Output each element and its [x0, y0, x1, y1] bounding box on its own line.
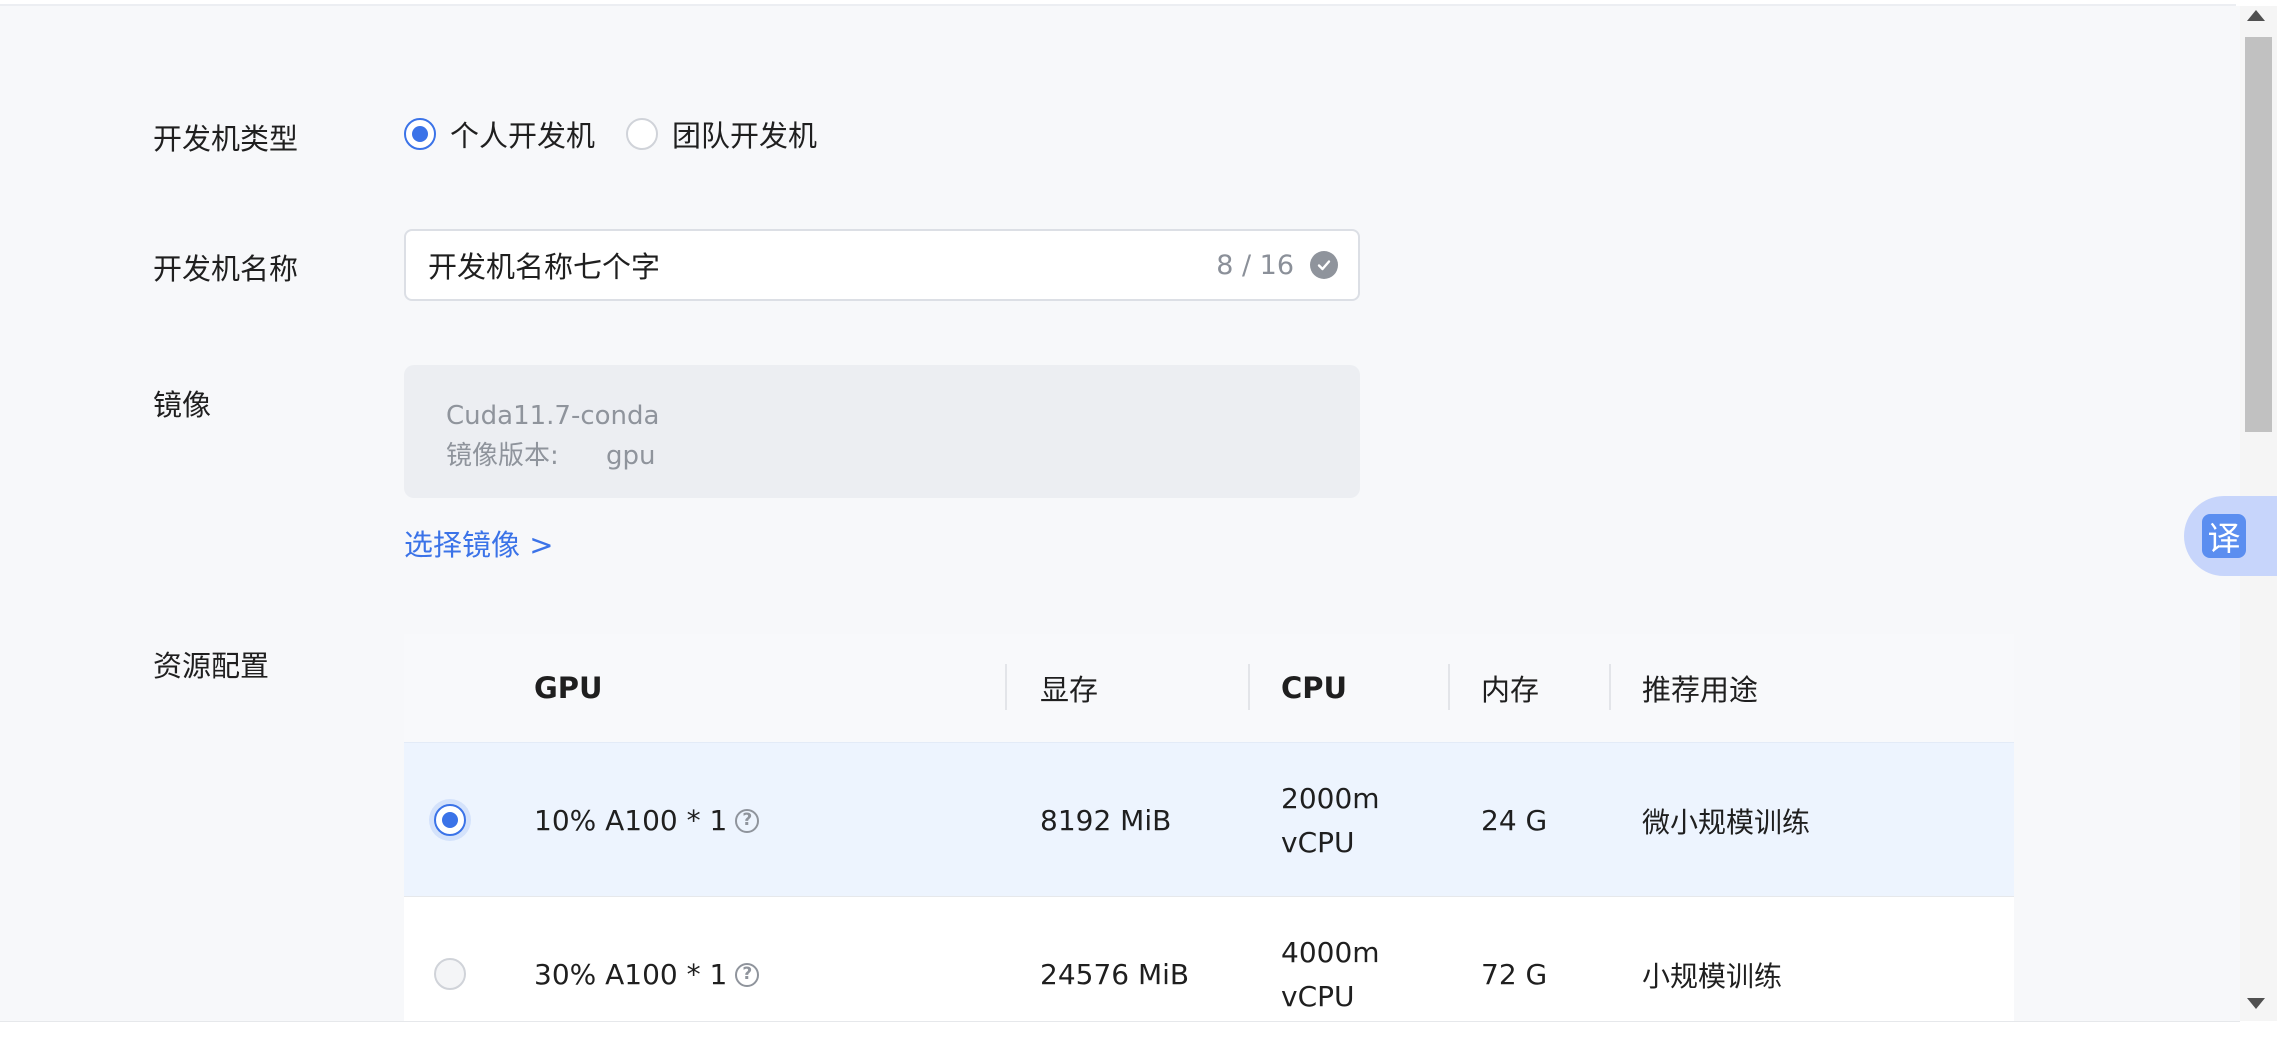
cell-gpu: 30% A100 * 1 ? [534, 897, 760, 1021]
header-vram: 显存 [1040, 673, 1099, 707]
image-version-label: 镜像版本: [446, 441, 559, 471]
dev-machine-type-label: 开发机类型 [153, 122, 299, 156]
cell-cpu: 4000m vCPU [1281, 897, 1380, 1021]
column-divider [1248, 664, 1250, 710]
page: 开发机类型 个人开发机 团队开发机 开发机名称 开发机名称七个字 8 / 16 … [0, 0, 2277, 1043]
name-input-value[interactable]: 开发机名称七个字 [428, 244, 1216, 286]
dev-machine-name-label: 开发机名称 [153, 252, 299, 286]
form-area: 开发机类型 个人开发机 团队开发机 开发机名称 开发机名称七个字 8 / 16 … [0, 6, 2240, 1021]
table-row[interactable]: 10% A100 * 1 ? 8192 MiB 2000m vCPU 24 G … [404, 742, 2014, 897]
table-header: GPU 显存 CPU 内存 推荐用途 [404, 634, 2014, 742]
header-memory: 内存 [1481, 673, 1540, 707]
row-radio-unchecked-icon[interactable] [434, 958, 466, 990]
help-circle-icon[interactable]: ? [735, 962, 760, 987]
header-gpu: GPU [534, 671, 603, 705]
column-divider [1005, 664, 1007, 710]
cell-cpu-value: 2000m [1281, 781, 1380, 815]
radio-personal-dev-machine[interactable]: 个人开发机 [404, 113, 595, 155]
bottom-edge [0, 1021, 2240, 1043]
scrollbar-thumb[interactable] [2245, 37, 2272, 432]
cell-vram: 8192 MiB [1040, 804, 1172, 837]
row-radio-checked-icon[interactable] [434, 804, 466, 836]
cell-usage: 小规模训练 [1642, 959, 1783, 993]
cell-gpu-text: 10% A100 * 1 [534, 804, 728, 837]
scroll-up-arrow-icon[interactable] [2247, 10, 2265, 21]
translate-float-button[interactable]: 译 [2184, 496, 2277, 576]
cell-cpu-unit: vCPU [1281, 825, 1355, 859]
translate-icon: 译 [2202, 514, 2246, 558]
resource-config-label: 资源配置 [153, 649, 270, 683]
select-image-link[interactable]: 选择镜像 > [404, 522, 554, 564]
header-usage: 推荐用途 [1642, 673, 1759, 707]
cell-memory: 24 G [1481, 804, 1548, 837]
image-name: Cuda11.7-conda [446, 401, 660, 431]
column-divider [1609, 664, 1611, 710]
dev-machine-type-radio-group: 个人开发机 团队开发机 [404, 113, 848, 155]
cell-usage: 微小规模训练 [1642, 805, 1811, 839]
header-cpu: CPU [1281, 671, 1348, 705]
cell-memory: 72 G [1481, 958, 1548, 991]
table-row[interactable]: 30% A100 * 1 ? 24576 MiB 4000m vCPU 72 G… [404, 897, 2014, 1021]
help-circle-icon[interactable]: ? [735, 808, 760, 833]
radio-unchecked-icon[interactable] [626, 118, 659, 150]
resource-table: GPU 显存 CPU 内存 推荐用途 10% A100 * 1 ? 8192 M… [404, 634, 2014, 1021]
image-label: 镜像 [153, 388, 212, 422]
image-version-value: gpu [606, 441, 656, 471]
cell-cpu: 2000m vCPU [1281, 743, 1380, 898]
cell-cpu-unit: vCPU [1281, 979, 1355, 1013]
image-version: 镜像版本: gpu [446, 436, 1360, 476]
column-divider [1448, 664, 1450, 710]
dev-machine-name-input[interactable]: 开发机名称七个字 8 / 16 [404, 229, 1360, 301]
image-info-card: Cuda11.7-conda 镜像版本: gpu [404, 365, 1360, 498]
cell-vram: 24576 MiB [1040, 958, 1190, 991]
char-count: 8 / 16 [1216, 249, 1294, 281]
scroll-down-arrow-icon[interactable] [2247, 998, 2265, 1009]
cell-gpu-text: 30% A100 * 1 [534, 958, 728, 991]
check-circle-icon [1310, 251, 1338, 279]
radio-checked-icon[interactable] [404, 118, 436, 150]
radio-team-dev-machine[interactable]: 团队开发机 [626, 113, 817, 155]
radio-team-label: 团队开发机 [672, 119, 818, 153]
cell-cpu-value: 4000m [1281, 935, 1380, 969]
radio-personal-label: 个人开发机 [450, 119, 596, 153]
cell-gpu: 10% A100 * 1 ? [534, 743, 760, 898]
